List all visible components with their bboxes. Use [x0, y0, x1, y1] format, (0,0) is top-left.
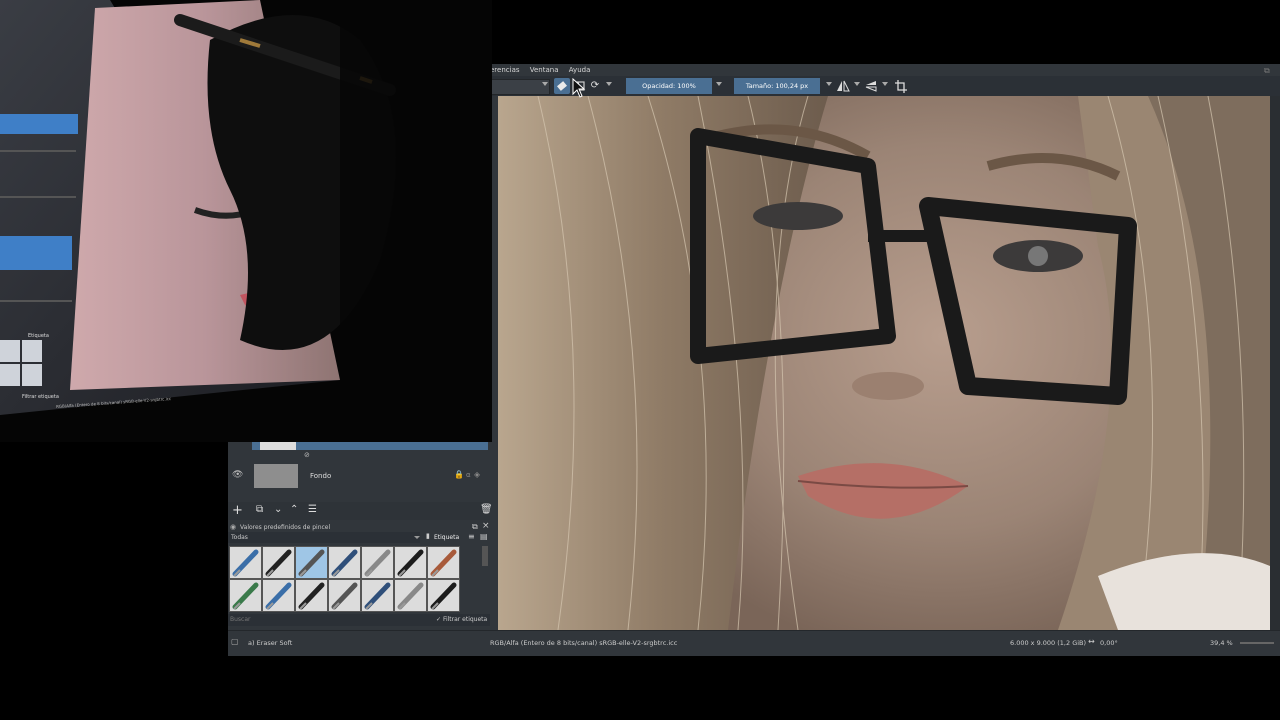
- reload-preset-icon[interactable]: ⟳: [588, 78, 602, 94]
- brush-preset-item[interactable]: [427, 546, 460, 579]
- add-layer-icon[interactable]: +: [232, 503, 243, 518]
- menu-item-ventana[interactable]: Ventana: [530, 64, 559, 76]
- mouse-cursor-icon: [572, 77, 586, 102]
- brush-preset-item[interactable]: [394, 546, 427, 579]
- color-space-info: RGB/Alfa (Entero de 8 bits/canal) sRGB-e…: [490, 639, 678, 647]
- chevron-down-icon: [854, 82, 860, 86]
- brush-icon: ▢: [231, 637, 239, 646]
- canvas-scrollbar[interactable]: [1270, 96, 1280, 630]
- float-docker-icon[interactable]: ⧉: [472, 522, 478, 532]
- chevron-down-icon: [882, 82, 888, 86]
- layers-panel: ⊘ 👁 Fondo 🔒 α ◈: [228, 440, 490, 502]
- delete-layer-icon[interactable]: 🗑: [480, 504, 493, 515]
- menu-item-preferencias[interactable]: erencias: [490, 64, 520, 76]
- size-slider[interactable]: Tamaño: 100,24 px: [734, 78, 820, 94]
- chevron-down-icon: [826, 82, 832, 86]
- chevron-down-icon: [414, 536, 420, 539]
- menu-bar: erencias Ventana Ayuda: [490, 64, 1280, 76]
- search-input[interactable]: Buscar: [230, 616, 251, 623]
- tag-icon: ▮: [426, 532, 430, 540]
- tag-filter-value: Todas: [231, 534, 248, 541]
- image-size-info: 6.000 x 9.000 (1,2 GiB): [1010, 639, 1087, 647]
- layer-properties-icon[interactable]: ☰: [308, 504, 317, 515]
- monitor-tag-label: Etiqueta: [28, 333, 49, 339]
- brush-preset-item[interactable]: [262, 579, 295, 612]
- tag-button[interactable]: Etiqueta: [434, 534, 459, 541]
- brush-toolbar: ⟳ Opacidad: 100% Tamaño: 100,24 px: [490, 76, 1280, 96]
- brush-search-bar: Buscar ✓ Filtrar etiqueta: [228, 614, 490, 626]
- eraser-mode-icon[interactable]: [554, 78, 570, 94]
- brush-preset-item[interactable]: [361, 546, 394, 579]
- duplicate-layer-icon[interactable]: ⧉: [256, 504, 263, 515]
- tag-filter-select[interactable]: Todas: [228, 532, 420, 543]
- move-up-icon[interactable]: ⌃: [290, 504, 298, 515]
- filter-tag-checkbox[interactable]: ✓ Filtrar etiqueta: [436, 616, 487, 623]
- rotation-value: 0,00°: [1100, 639, 1118, 647]
- chevron-down-icon: [542, 82, 548, 86]
- chevron-down-icon: [716, 82, 722, 86]
- brush-preset-item[interactable]: [229, 546, 262, 579]
- chevron-down-icon: [606, 82, 612, 86]
- wrap-around-icon[interactable]: [894, 78, 908, 94]
- drawing-canvas[interactable]: [498, 96, 1270, 630]
- monitor-filter-label: Filtrar etiqueta: [22, 394, 59, 400]
- brush-preset-item[interactable]: [328, 579, 361, 612]
- brush-preset-item[interactable]: [295, 579, 328, 612]
- opacity-slider[interactable]: Opacidad: 100%: [626, 78, 712, 94]
- alpha-icon[interactable]: α: [466, 471, 471, 479]
- status-bar: ▢ a) Eraser Soft RGB/Alfa (Entero de 8 b…: [228, 630, 1280, 656]
- mirror-vertical-icon[interactable]: [864, 78, 878, 94]
- mirror-horizontal-icon[interactable]: [836, 78, 850, 94]
- close-icon[interactable]: ×: [482, 521, 490, 531]
- list-view-icon[interactable]: ≡: [468, 532, 475, 541]
- brush-presets-docker: + ⧉ ⌄ ⌃ ☰ 🗑 ◉ Valores predefinidos de pi…: [228, 502, 493, 630]
- current-brush-name: a) Eraser Soft: [248, 639, 293, 647]
- link-icon: ⊘: [304, 451, 310, 459]
- menu-item-ayuda[interactable]: Ayuda: [569, 64, 591, 76]
- brush-preset-item[interactable]: [262, 546, 295, 579]
- presets-title: Valores predefinidos de pincel: [240, 524, 331, 531]
- filter-tag-label: Filtrar etiqueta: [442, 616, 488, 623]
- eye-icon[interactable]: 👁: [232, 470, 243, 480]
- rotation-icon: ↔: [1088, 637, 1095, 646]
- window-restore-icon[interactable]: ⧉: [1264, 66, 1270, 76]
- blend-mode-dropdown[interactable]: [490, 79, 550, 95]
- brush-preset-item[interactable]: [361, 579, 394, 612]
- settings-icon[interactable]: ▤: [480, 532, 488, 541]
- zoom-level[interactable]: 39,4 %: [1210, 639, 1233, 647]
- brush-preset-item[interactable]: [394, 579, 427, 612]
- zoom-slider[interactable]: [1240, 642, 1274, 644]
- brush-preset-item[interactable]: [295, 546, 328, 579]
- camera-overlay: Etiqueta Filtrar etiqueta RGB/Alfa (Ente…: [0, 0, 492, 442]
- inherit-alpha-icon[interactable]: ◈: [474, 470, 480, 479]
- layer-name[interactable]: Fondo: [310, 472, 331, 480]
- lock-icon[interactable]: 🔒: [454, 470, 464, 479]
- move-down-icon[interactable]: ⌄: [274, 504, 282, 515]
- brush-preset-item[interactable]: [427, 579, 460, 612]
- layer-actions-bar: [228, 502, 490, 520]
- brush-grid-scrollbar[interactable]: [482, 546, 488, 566]
- layer-thumbnail: [254, 464, 298, 488]
- brush-preset-item[interactable]: [229, 579, 262, 612]
- brush-preset-item[interactable]: [328, 546, 361, 579]
- brush-grid: [228, 546, 468, 612]
- docker-icon: ◉: [230, 523, 237, 531]
